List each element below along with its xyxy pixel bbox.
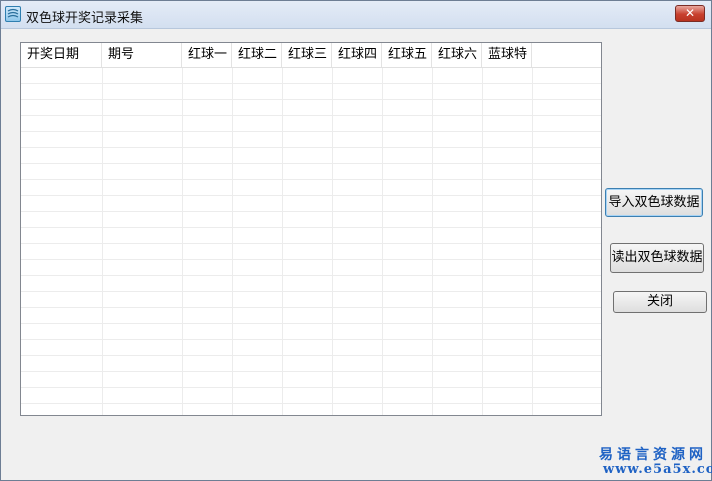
column-header-red-ball-3[interactable]: 红球三 <box>282 43 332 67</box>
column-header-red-ball-5[interactable]: 红球五 <box>382 43 432 67</box>
import-lottery-data-button[interactable]: 导入双色球数据 <box>605 188 703 217</box>
window-close-button[interactable]: ✕ <box>675 5 705 22</box>
table-body-empty-rows[interactable] <box>21 68 601 415</box>
column-header-issue-number[interactable]: 期号 <box>102 43 182 67</box>
lottery-records-table[interactable]: 开奖日期 期号 红球一 红球二 红球三 红球四 红球五 红球六 蓝球特 <box>20 42 602 416</box>
watermark-site-url: www.e5a5x.com <box>603 462 712 477</box>
main-window: 双色球开奖记录采集 ✕ 开奖日期 期号 红球一 红球二 红球三 红球四 红球五 … <box>0 0 712 481</box>
read-lottery-data-button[interactable]: 读出双色球数据 <box>610 243 704 273</box>
title-bar[interactable]: 双色球开奖记录采集 ✕ <box>1 1 711 29</box>
column-header-red-ball-4[interactable]: 红球四 <box>332 43 382 67</box>
column-header-filler <box>532 43 601 67</box>
column-header-red-ball-1[interactable]: 红球一 <box>182 43 232 67</box>
window-title: 双色球开奖记录采集 <box>26 11 144 26</box>
table-header: 开奖日期 期号 红球一 红球二 红球三 红球四 红球五 红球六 蓝球特 <box>21 43 601 68</box>
column-header-draw-date[interactable]: 开奖日期 <box>21 43 102 67</box>
app-icon <box>5 6 21 22</box>
close-button[interactable]: 关闭 <box>613 291 707 313</box>
close-icon: ✕ <box>684 6 696 20</box>
column-header-red-ball-6[interactable]: 红球六 <box>432 43 482 67</box>
column-header-blue-ball[interactable]: 蓝球特 <box>482 43 532 67</box>
watermark-site-name: 易语言资源网 <box>599 447 707 463</box>
column-header-red-ball-2[interactable]: 红球二 <box>232 43 282 67</box>
